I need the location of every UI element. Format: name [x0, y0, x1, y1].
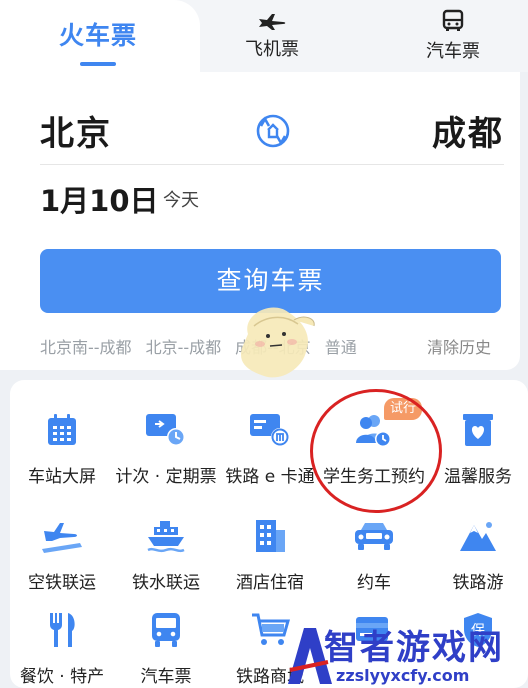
- history-item[interactable]: 北京--成都: [146, 334, 222, 357]
- heart-box-icon: [456, 408, 500, 452]
- service-periodic-ticket[interactable]: 计次 · 定期票: [114, 380, 218, 490]
- swap-stations-icon[interactable]: [252, 110, 294, 152]
- departure-station[interactable]: 北京: [40, 106, 112, 155]
- calendar-icon: [40, 408, 84, 452]
- service-label: 计次 · 定期票: [115, 467, 217, 487]
- service-food-specialties[interactable]: 餐饮 · 特产: [10, 580, 114, 688]
- tab-active-indicator: [80, 62, 116, 66]
- service-label: 车站大屏: [28, 467, 96, 487]
- tab-train-label: 火车票: [58, 21, 137, 50]
- service-label: 餐饮 · 特产: [19, 667, 105, 687]
- plane-train-icon: [40, 514, 84, 558]
- service-label: 铁路 e 卡通: [225, 467, 315, 487]
- service-caring-service[interactable]: 温馨服务: [426, 380, 528, 490]
- bus-icon: [144, 608, 188, 652]
- history-item[interactable]: 普通: [325, 334, 357, 357]
- service-railcard[interactable]: 铁路 e 卡通: [218, 380, 322, 490]
- tab-train-ticket[interactable]: 火车票: [0, 0, 196, 72]
- ship-icon: [144, 514, 188, 558]
- service-label: 温馨服务: [444, 467, 512, 487]
- ticket-type-tabs: 火车票 飞机票 汽车票: [0, 0, 528, 72]
- annotation-circle: [310, 389, 442, 513]
- fork-knife-icon: [40, 608, 84, 652]
- arrival-station[interactable]: 成都: [432, 106, 504, 155]
- tab-bus-label: 汽车票: [426, 41, 480, 62]
- tab-plane-label: 飞机票: [245, 39, 299, 60]
- ticket-clock-icon: [144, 408, 188, 452]
- bus-icon: [442, 9, 464, 31]
- watermark-title: 智者游戏网: [324, 628, 504, 668]
- railcard-icon: [248, 408, 292, 452]
- tab-bus-ticket[interactable]: 汽车票: [388, 0, 518, 72]
- date-hint: 今天: [163, 190, 199, 211]
- departure-date[interactable]: 1月10日: [40, 178, 159, 220]
- tab-plane-ticket[interactable]: 飞机票: [208, 0, 336, 72]
- hotel-icon: [248, 514, 292, 558]
- service-bus-ticket[interactable]: 汽车票: [114, 580, 218, 688]
- divider: [40, 164, 504, 165]
- car-icon: [352, 514, 396, 558]
- search-history: 北京南--成都 北京--成都 成都--北京 普通 清除历史: [40, 334, 491, 357]
- clear-history-button[interactable]: 清除历史: [427, 334, 491, 358]
- mascot-sticker-icon: [240, 307, 315, 378]
- mountain-icon: [456, 514, 500, 558]
- history-item[interactable]: 北京南--成都: [40, 334, 132, 357]
- service-label: 汽车票: [140, 667, 192, 687]
- service-station-screen[interactable]: 车站大屏: [10, 380, 114, 490]
- plane-icon: [259, 14, 286, 30]
- watermark-url: zzslyyxcfy.com: [336, 666, 470, 685]
